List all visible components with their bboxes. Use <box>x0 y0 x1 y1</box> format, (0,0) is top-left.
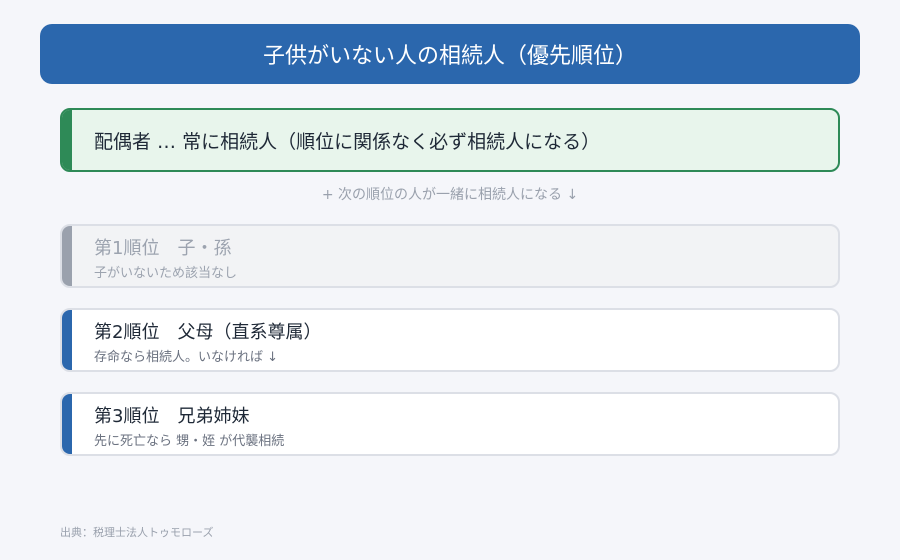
rank-1-subtitle: 子がいないため該当なし <box>94 266 238 281</box>
rank-1-accent-bar <box>62 226 72 286</box>
rank-3-card: 第3順位 兄弟姉妹 先に死亡なら 甥・姪 が代襲相続 <box>60 392 840 456</box>
rank-2-subtitle: 存命なら相続人。いなければ ↓ <box>94 350 279 365</box>
spouse-text: 配偶者 … 常に相続人（順位に関係なく必ず相続人になる） <box>94 130 601 153</box>
rank-3-title: 第3順位 兄弟姉妹 <box>94 406 250 427</box>
rank-2-title: 第2順位 父母（直系尊属） <box>94 322 322 343</box>
spouse-accent-bar <box>62 110 72 170</box>
rank-3-accent-bar <box>62 394 72 454</box>
rank-2-card: 第2順位 父母（直系尊属） 存命なら相続人。いなければ ↓ <box>60 308 840 372</box>
rank-2-accent-bar <box>62 310 72 370</box>
rank-1-card: 第1順位 子・孫 子がいないため該当なし <box>60 224 840 288</box>
page-title: 子供がいない人の相続人（優先順位） <box>262 44 637 69</box>
source-credit: 出典：税理士法人トゥモローズ <box>60 526 214 539</box>
spouse-card: 配偶者 … 常に相続人（順位に関係なく必ず相続人になる） <box>60 108 840 172</box>
rank-1-title: 第1順位 子・孫 <box>94 238 232 259</box>
page-title-banner: 子供がいない人の相続人（優先順位） <box>40 24 860 84</box>
rank-3-subtitle: 先に死亡なら 甥・姪 が代襲相続 <box>94 434 285 449</box>
next-rank-note: + 次の順位の人が一緒に相続人になる ↓ <box>321 187 579 203</box>
